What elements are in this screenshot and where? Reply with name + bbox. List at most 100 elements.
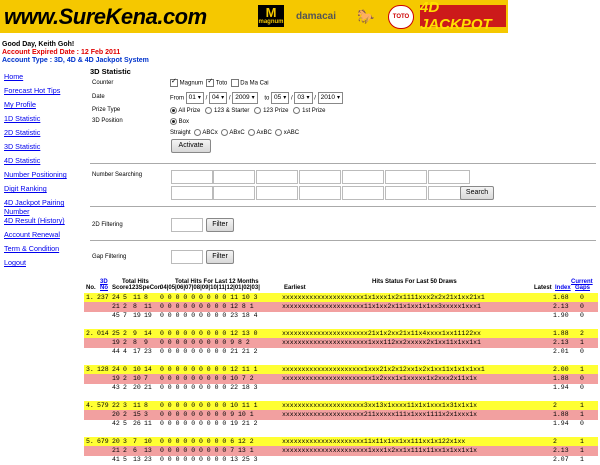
from-year-select[interactable]: 2009	[232, 92, 258, 104]
number-search-input[interactable]	[299, 170, 341, 184]
prize-123-radio[interactable]	[254, 107, 262, 114]
box-radio[interactable]	[170, 118, 177, 125]
menu-logout[interactable]: Logout	[4, 258, 90, 272]
prize-123-starter-radio[interactable]	[205, 107, 213, 114]
abcx-radio[interactable]	[194, 129, 202, 136]
hits-status-header: Hits Status For Last 50 Draws	[372, 279, 457, 285]
menu-4d-jackpot-pairing[interactable]: 4D Jackpot Pairing Number	[4, 198, 90, 216]
toto-label: Toto	[215, 80, 228, 87]
date-separator: /	[228, 95, 231, 102]
divider	[90, 206, 596, 207]
number-search-input[interactable]	[171, 186, 213, 200]
monthly-hits: 0 0 0 0 0 0 0 0 0 22 18 3	[160, 384, 258, 391]
menu-term-condition[interactable]: Term & Condition	[4, 244, 90, 258]
total-hits: 42	[112, 420, 120, 427]
total-hits: 43	[112, 384, 120, 391]
prize-1st-label: 1st Prize	[302, 108, 326, 115]
damacai-logo: damacai	[295, 10, 337, 22]
prize-1st-radio[interactable]	[293, 107, 301, 114]
prize-options: All Prize 123 & Starter 123 Prize 1st Pr…	[170, 107, 325, 114]
jackpot-logo: 4D JACKPOT	[420, 0, 506, 33]
to-year-select[interactable]: 2010	[317, 92, 344, 104]
2d-filter-input[interactable]	[171, 218, 203, 232]
menu-home[interactable]: Home	[4, 72, 90, 86]
prize-all-radio[interactable]	[170, 107, 177, 114]
sidebar-menu: Home Forecast Hot Tips My Profile 1D Sta…	[4, 72, 90, 272]
menu-3d-statistic[interactable]: 3D Statistic	[4, 142, 90, 156]
hits-2nd: 17	[133, 348, 141, 355]
menu-account-renewal[interactable]: Account Renewal	[4, 230, 90, 244]
menu-number-positioning[interactable]: Number Positioning	[4, 170, 90, 184]
damacai-checkbox[interactable]	[230, 79, 239, 87]
axbc-radio[interactable]	[248, 129, 256, 136]
xabc-label: xABC	[283, 130, 300, 137]
magnum-logo: Mmagnum	[258, 5, 284, 27]
hits-3rd: 19	[144, 312, 152, 319]
2d-filtering-label: 2D Filtering	[92, 222, 123, 228]
index-value: 1.90	[553, 312, 569, 319]
number-search-input[interactable]	[385, 170, 427, 184]
hits-1st: 5	[123, 456, 127, 463]
index-value: 1.94	[553, 384, 569, 391]
index-value: 1.94	[553, 420, 569, 427]
hits-2nd: 19	[133, 312, 141, 319]
number-search-input[interactable]	[428, 170, 470, 184]
number-search-input[interactable]	[342, 186, 384, 200]
number-search-input[interactable]	[171, 170, 213, 184]
hits-2nd: 20	[133, 384, 141, 391]
straight-options: Straight ABCx ABxC AxBC xABC	[170, 129, 299, 136]
magnum-checkbox[interactable]	[170, 77, 178, 87]
toto-checkbox[interactable]	[206, 77, 215, 87]
menu-1d-statistic[interactable]: 1D Statistic	[4, 114, 90, 128]
number-search-input[interactable]	[299, 186, 341, 200]
no-sort-link[interactable]: No	[100, 285, 108, 291]
no-header: No.	[86, 285, 96, 291]
result-row: 41 5 13 23 0 0 0 0 0 0 0 0 0 13 25 3 2.07 1	[84, 455, 598, 465]
from-label: From	[170, 95, 184, 102]
gaps-sort-link[interactable]: Gaps	[575, 285, 590, 291]
number-search-input[interactable]	[256, 170, 298, 184]
monthly-hits: 0 0 0 0 0 0 0 0 0 21 21 2	[160, 348, 258, 355]
menu-2d-statistic[interactable]: 2D Statistic	[4, 128, 90, 142]
greeting: Good Day, Keith Goh!	[2, 41, 75, 48]
index-value: 2.01	[553, 348, 569, 355]
activate-button[interactable]: Activate	[171, 139, 211, 153]
search-button[interactable]: Search	[460, 186, 494, 200]
gap-value: 0	[580, 348, 584, 355]
gap-filtering-label: Gap Filtering	[92, 254, 127, 260]
menu-forecast-hot-tips[interactable]: Forecast Hot Tips	[4, 86, 90, 100]
menu-digit-ranking[interactable]: Digit Ranking	[4, 184, 90, 198]
monthly-hits: 0 0 0 0 0 0 0 0 0 13 25 3	[160, 456, 258, 463]
earliest-header: Earliest	[284, 285, 306, 291]
gap-value: 0	[580, 420, 584, 427]
gap-filter-button[interactable]: Filter	[206, 250, 234, 264]
gaps-header: Gaps	[575, 285, 590, 291]
menu-4d-statistic[interactable]: 4D Statistic	[4, 156, 90, 170]
hits-3rd: 23	[144, 348, 152, 355]
abxc-radio[interactable]	[221, 129, 229, 136]
2d-filter-button[interactable]: Filter	[206, 218, 234, 232]
counter-options: Magnum Toto Da Ma Cai	[170, 77, 269, 87]
gap-value: 1	[580, 456, 584, 463]
number-search-input[interactable]	[256, 186, 298, 200]
gap-filter-input[interactable]	[171, 250, 203, 264]
site-logo[interactable]: www.SureKena.com	[4, 4, 207, 30]
menu-my-profile[interactable]: My Profile	[4, 100, 90, 114]
to-month-select[interactable]: 03	[294, 92, 313, 104]
number-search-input[interactable]	[342, 170, 384, 184]
number-search-input[interactable]	[385, 186, 427, 200]
number-search-input[interactable]	[213, 170, 255, 184]
hits-3rd: 11	[144, 420, 152, 427]
menu-4d-result-history[interactable]: 4D Result (History)	[4, 216, 90, 230]
index-header: Index	[555, 285, 571, 291]
from-day-select[interactable]: 01	[185, 92, 204, 104]
xabc-radio[interactable]	[275, 129, 283, 136]
prize-123-starter-label: 123 & Starter	[214, 108, 250, 115]
hits-1st: 2	[123, 384, 127, 391]
date-separator: /	[314, 95, 316, 102]
to-day-select[interactable]: 05	[271, 92, 290, 104]
index-sort-link[interactable]: Index	[555, 285, 571, 291]
number-search-input[interactable]	[213, 186, 255, 200]
result-row: 44 4 17 23 0 0 0 0 0 0 0 0 0 21 21 2 2.01 0	[84, 347, 598, 357]
from-month-select[interactable]: 04	[208, 92, 228, 104]
